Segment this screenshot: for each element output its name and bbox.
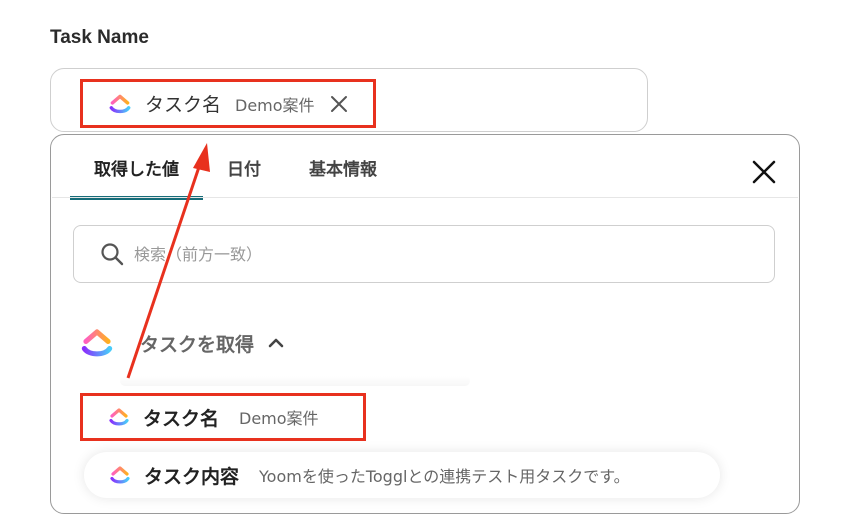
close-icon[interactable] [750,158,778,186]
clickup-logo-icon [78,322,116,364]
selected-value-chip[interactable]: タスク名 Demo案件 [80,79,376,128]
search-icon [101,243,124,266]
chip-name: タスク名 [145,94,222,116]
search-input[interactable] [132,243,696,265]
group-title: タスクを取得 [140,333,255,356]
item-name: タスク名 [143,407,220,430]
tab-acquired-values[interactable]: 取得した値 [70,150,203,200]
tab-divider [52,197,798,198]
tab-basic-info[interactable]: 基本情報 [285,150,401,196]
clickup-logo-icon [107,404,131,430]
item-name: タスク内容 [144,465,240,488]
list-item-task-name[interactable]: タスク名 Demo案件 [80,393,366,441]
divider-shadow [120,376,470,386]
task-name-label: Task Name [50,27,149,48]
chip-value: Demo案件 [235,95,315,115]
tab-date[interactable]: 日付 [203,150,285,196]
clickup-logo-icon [108,462,132,488]
group-header-get-task[interactable]: タスクを取得 [78,322,286,364]
chevron-up-icon[interactable] [266,333,286,353]
clickup-logo-icon [107,91,133,117]
item-value: Demo案件 [239,409,319,428]
close-icon[interactable] [329,94,349,114]
item-value: Yoomを使ったTogglとの連携テスト用タスクです。 [259,467,630,486]
search-box[interactable] [73,225,775,283]
tab-bar: 取得した値 日付 基本情報 [70,150,401,200]
list-item-task-content[interactable]: タスク内容 Yoomを使ったTogglとの連携テスト用タスクです。 [84,452,720,498]
